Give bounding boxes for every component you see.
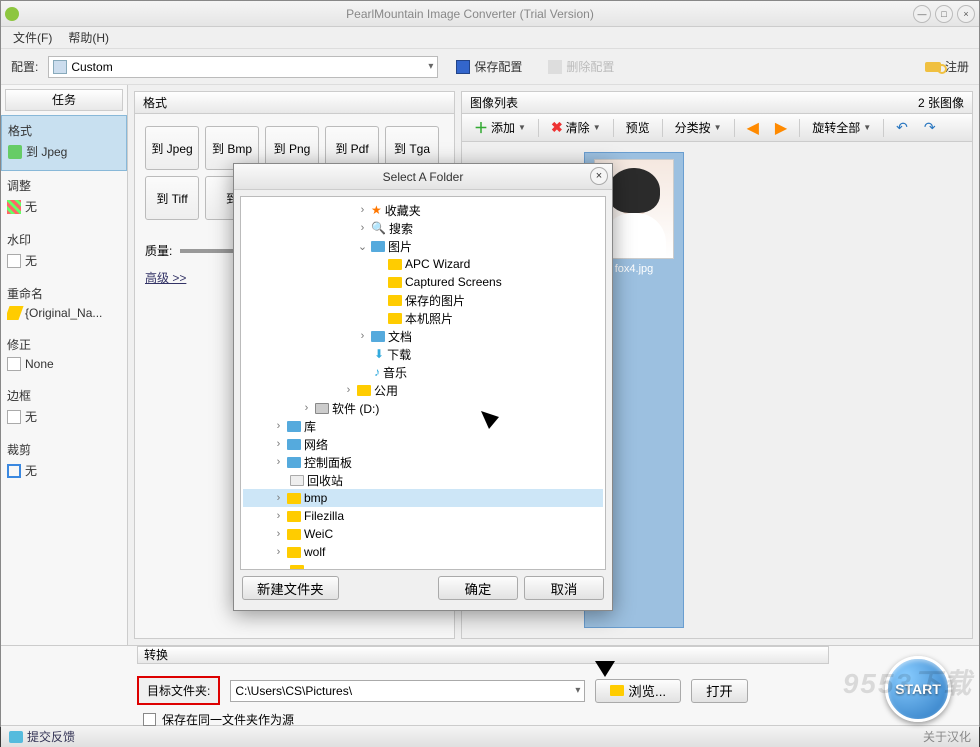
image-count: 2 张图像 xyxy=(918,94,964,111)
task-crop[interactable]: 裁剪 无 xyxy=(1,435,127,489)
tasks-sidebar: 任务 格式 到 Jpeg 调整 无 水印 无 重命名 {Original_Na.… xyxy=(1,85,128,645)
folder-icon xyxy=(610,685,624,696)
task-correct[interactable]: 修正 None xyxy=(1,330,127,381)
maximize-button[interactable]: □ xyxy=(935,5,953,23)
app-icon xyxy=(5,7,19,21)
dialog-title: Select A Folder × xyxy=(234,164,612,190)
task-adjust[interactable]: 调整 无 xyxy=(1,171,127,225)
convert-panel: 转换 目标文件夹: C:\Users\CS\Pictures\ ▾ 浏览... … xyxy=(1,645,979,725)
target-folder-label: 目标文件夹: xyxy=(137,676,220,705)
key-icon xyxy=(925,62,941,72)
menu-help[interactable]: 帮助(H) xyxy=(60,27,117,48)
plus-icon: ＋ xyxy=(474,118,488,138)
cancel-button[interactable]: 取消 xyxy=(524,576,604,600)
dialog-close-button[interactable]: × xyxy=(590,167,608,185)
format-btn-tiff[interactable]: 到 Tiff xyxy=(145,176,199,220)
chevron-down-icon: ▼ xyxy=(863,123,871,132)
folder-tree[interactable]: ›★收藏夹 ›🔍搜索 ⌄图片 APC Wizard Captured Scree… xyxy=(240,196,606,570)
open-button[interactable]: 打开 xyxy=(691,679,748,703)
register-button[interactable]: 注册 xyxy=(925,58,969,75)
sort-button[interactable]: 分类按▼ xyxy=(669,117,728,138)
disk-icon xyxy=(456,60,470,74)
task-watermark[interactable]: 水印 无 xyxy=(1,225,127,279)
add-button[interactable]: ＋添加▼ xyxy=(468,116,532,140)
delete-icon xyxy=(548,60,562,74)
config-label: 配置: xyxy=(11,58,38,75)
feedback-link[interactable]: 提交反馈 xyxy=(9,728,75,745)
crop-icon xyxy=(7,464,21,478)
chevron-down-icon: ▼ xyxy=(518,123,526,132)
format-btn-jpeg[interactable]: 到 Jpeg xyxy=(145,126,199,170)
about-link[interactable]: 关于汉化 xyxy=(923,728,971,745)
convert-header: 转换 xyxy=(137,646,829,664)
blank-icon xyxy=(7,254,21,268)
delete-config-button: 删除配置 xyxy=(540,56,622,78)
preset-select[interactable]: Custom ▾ xyxy=(48,56,438,78)
chevron-down-icon: ▼ xyxy=(714,123,722,132)
undo-icon: ↶ xyxy=(896,119,908,136)
chat-icon xyxy=(9,731,23,743)
window-title: PearlMountain Image Converter (Trial Ver… xyxy=(27,7,913,21)
image-toolbar: ＋添加▼ ✖清除▼ 预览 分类按▼ ◀ ▶ 旋转全部▼ ↶ ↷ xyxy=(462,114,972,142)
same-folder-label: 保存在同一文件夹作为源 xyxy=(162,711,294,728)
minimize-button[interactable]: — xyxy=(913,5,931,23)
undo-button[interactable]: ↶ xyxy=(890,117,914,138)
preset-value: Custom xyxy=(71,60,112,74)
clear-button[interactable]: ✖清除▼ xyxy=(545,117,607,138)
same-folder-checkbox[interactable] xyxy=(143,713,156,726)
tasks-header: 任务 xyxy=(5,89,123,111)
prev-button[interactable]: ◀ xyxy=(741,116,765,140)
quality-label: 质量: xyxy=(145,242,172,259)
preset-icon xyxy=(53,60,67,74)
preview-button[interactable]: 预览 xyxy=(620,117,656,138)
redo-button[interactable]: ↷ xyxy=(918,117,942,138)
format-header: 格式 xyxy=(135,92,454,114)
dropdown-icon: ▾ xyxy=(575,685,580,696)
close-button[interactable]: × xyxy=(957,5,975,23)
chevron-down-icon: ▼ xyxy=(593,123,601,132)
arrow-right-icon: ▶ xyxy=(775,118,787,138)
task-rename[interactable]: 重命名 {Original_Na... xyxy=(1,279,127,330)
statusbar: 提交反馈 关于汉化 xyxy=(1,725,979,747)
titlebar: PearlMountain Image Converter (Trial Ver… xyxy=(1,1,979,27)
task-border[interactable]: 边框 无 xyxy=(1,381,127,435)
rotate-all-button[interactable]: 旋转全部▼ xyxy=(806,117,877,138)
x-icon: ✖ xyxy=(551,119,563,136)
arrow-left-icon: ◀ xyxy=(747,118,759,138)
refresh-icon xyxy=(8,145,22,159)
pencil-icon xyxy=(7,306,24,320)
dropdown-icon: ▾ xyxy=(428,61,433,72)
target-path-input[interactable]: C:\Users\CS\Pictures\ ▾ xyxy=(230,680,585,702)
save-config-button[interactable]: 保存配置 xyxy=(448,56,530,78)
watermark: 9553下载 xyxy=(843,662,973,702)
menu-file[interactable]: 文件(F) xyxy=(5,27,60,48)
folder-dialog: Select A Folder × ›★收藏夹 ›🔍搜索 ⌄图片 APC Wiz… xyxy=(233,163,613,611)
ok-button[interactable]: 确定 xyxy=(438,576,518,600)
next-button[interactable]: ▶ xyxy=(769,116,793,140)
image-list-header: 图像列表 xyxy=(470,94,518,111)
task-format[interactable]: 格式 到 Jpeg xyxy=(1,115,127,171)
squares-icon xyxy=(7,200,21,214)
new-folder-button[interactable]: 新建文件夹 xyxy=(242,576,339,600)
app-window: PearlMountain Image Converter (Trial Ver… xyxy=(0,0,980,727)
border-icon xyxy=(7,410,21,424)
image-icon xyxy=(7,357,21,371)
config-row: 配置: Custom ▾ 保存配置 删除配置 注册 xyxy=(1,49,979,85)
redo-icon: ↷ xyxy=(924,119,936,136)
menubar: 文件(F) 帮助(H) xyxy=(1,27,979,49)
browse-button[interactable]: 浏览... xyxy=(595,679,681,703)
